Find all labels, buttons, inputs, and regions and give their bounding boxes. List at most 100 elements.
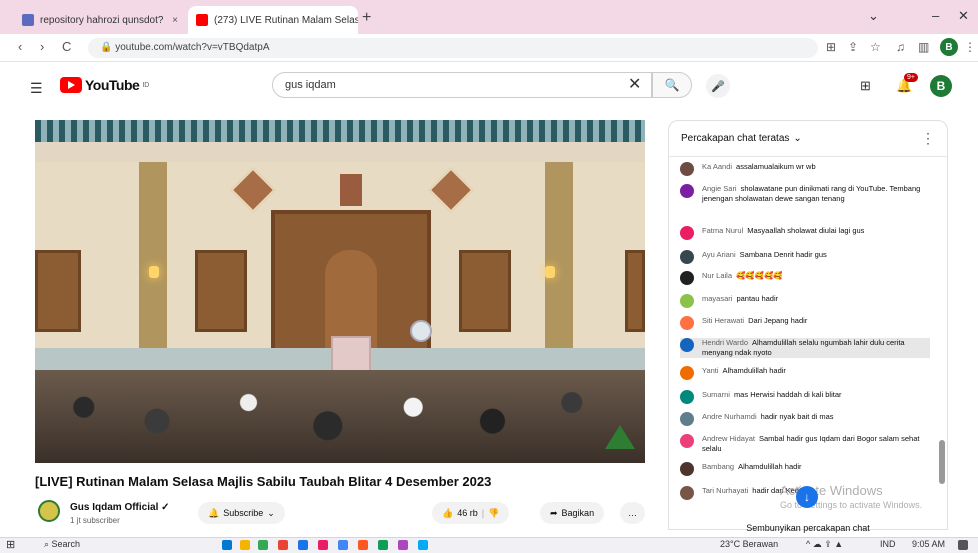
close-window-button[interactable]: ✕: [958, 8, 969, 24]
clear-search-icon[interactable]: ✕: [628, 74, 641, 94]
install-icon[interactable]: ⊞: [826, 40, 836, 54]
browser-profile-avatar[interactable]: B: [940, 38, 958, 56]
url-bar[interactable]: 🔒 youtube.com/watch?v=vTBQdatpA: [88, 38, 818, 58]
clock[interactable]: 9:05 AM: [912, 539, 945, 549]
chevron-down-icon: ⌄: [793, 133, 802, 144]
taskbar-app-icon[interactable]: [398, 540, 408, 550]
chat-message[interactable]: Sumarni mas Herwisi haddah di kali blitar: [680, 390, 930, 404]
chat-header[interactable]: Percakapan chat teratas ⌄ ⋮: [669, 121, 947, 157]
taskbar-search[interactable]: ⌕ Search: [44, 539, 80, 550]
chat-author-avatar: [680, 412, 694, 426]
tab-close-icon[interactable]: ×: [172, 15, 178, 26]
subscribe-button[interactable]: 🔔 Subscribe ⌄: [198, 502, 285, 524]
menu-hamburger-icon[interactable]: ☰: [30, 80, 43, 97]
more-actions-button[interactable]: …: [620, 502, 645, 524]
chat-text: mas Herwisi haddah di kali blitar: [733, 390, 842, 399]
windows-start-icon[interactable]: ⊞: [6, 538, 15, 551]
audience-crowd: [35, 370, 645, 463]
video-player[interactable]: [35, 120, 645, 463]
chat-message[interactable]: Andrew Hidayat Sambal hadir gus Iqdam dar…: [680, 434, 930, 454]
chat-text: 🥰🥰🥰🥰🥰: [736, 271, 783, 280]
ceiling-pattern: [35, 120, 645, 142]
chat-message[interactable]: Bambang Alhamdulillah hadir: [680, 462, 930, 476]
chat-author-name: Nur Laila: [702, 271, 733, 280]
back-button[interactable]: ‹: [18, 39, 22, 54]
input-language[interactable]: IND: [880, 539, 896, 549]
taskbar-app-icon[interactable]: [338, 540, 348, 550]
carved-window: [625, 250, 645, 332]
new-tab-button[interactable]: +: [362, 9, 371, 27]
chat-author-avatar: [680, 434, 694, 448]
bookmark-star-icon[interactable]: ☆: [870, 40, 881, 54]
youtube-logo[interactable]: YouTube ID: [60, 77, 149, 93]
chat-message[interactable]: Andre Nurhamdi hadir nyak bait di mas: [680, 412, 930, 426]
chrome-taskbar-icon[interactable]: [278, 540, 288, 550]
lock-icon: 🔒: [100, 42, 116, 53]
channel-name[interactable]: Gus Iqdam Official ✓: [70, 502, 170, 513]
wall-lamp: [149, 266, 159, 278]
taskbar-app-icon[interactable]: [318, 540, 328, 550]
forward-button[interactable]: ›: [40, 39, 44, 54]
reload-button[interactable]: C: [62, 39, 71, 54]
chair: [331, 336, 371, 372]
share-button[interactable]: ➦ Bagikan: [540, 502, 605, 524]
taskbar-app-icon[interactable]: [418, 540, 428, 550]
taskbar-app-icon[interactable]: [378, 540, 388, 550]
chat-author-name: Ayu Ariani: [702, 250, 736, 259]
chat-message[interactable]: Angie Sari sholawatane pun dinikmati rang…: [680, 184, 930, 204]
chat-author-avatar: [680, 338, 694, 352]
voice-search-button[interactable]: 🎤: [706, 74, 730, 98]
tab-search-icon[interactable]: ⌄: [868, 8, 879, 24]
sidepanel-icon[interactable]: ▥: [918, 40, 929, 54]
search-input[interactable]: gus iqdam: [272, 72, 652, 98]
browser-tab[interactable]: repository hahrozi qunsdot? ×: [14, 6, 186, 34]
chat-author-name: Angie Sari: [702, 184, 737, 193]
chat-message[interactable]: Ayu Ariani Sambana Denrit hadir gus: [680, 250, 930, 264]
browser-tab-active[interactable]: (273) LIVE Rutinan Malam Selasa ×: [188, 6, 358, 34]
chat-author-name: Andre Nurhamdi: [702, 412, 757, 421]
chevron-down-icon: ⌄: [267, 507, 275, 518]
chat-message[interactable]: Yanti Alhamdulillah hadir: [680, 366, 930, 380]
taskbar-app-icon[interactable]: [258, 540, 268, 550]
weather-widget[interactable]: 23°C Berawan: [720, 539, 778, 549]
chat-message[interactable]: mayasari pantau hadir: [680, 294, 930, 308]
chat-message[interactable]: Nur Laila 🥰🥰🥰🥰🥰: [680, 271, 930, 285]
share-icon[interactable]: ⇪: [848, 40, 858, 54]
account-avatar[interactable]: B: [930, 75, 952, 97]
thumbs-down-icon: 👎: [488, 507, 500, 518]
video-title: [LIVE] Rutinan Malam Selasa Majlis Sabil…: [35, 474, 492, 489]
chat-message-text: Nur Laila 🥰🥰🥰🥰🥰: [702, 271, 783, 281]
notification-center-icon[interactable]: [958, 540, 968, 550]
tab-favicon-icon: [22, 14, 34, 26]
create-icon[interactable]: ⊞: [860, 78, 871, 94]
more-vert-icon[interactable]: ⋮: [921, 130, 935, 147]
chat-message[interactable]: Fatma Nurul Masyaallah sholawat diulai la…: [680, 226, 930, 240]
chat-text: Dari Jepang hadir: [748, 316, 808, 325]
chat-message-text: Ayu Ariani Sambana Denrit hadir gus: [702, 250, 827, 260]
search-button[interactable]: 🔍: [652, 72, 692, 98]
chat-author-name: Tari Nurhayati: [702, 486, 749, 495]
hide-chat-button[interactable]: Sembunyikan percakapan chat: [668, 519, 948, 537]
browser-menu-icon[interactable]: ⋮: [964, 40, 976, 54]
taskbar-app-icon[interactable]: [240, 540, 250, 550]
like-button[interactable]: 👍 46 rb | 👎: [432, 502, 510, 524]
chat-author-name: Sumarni: [702, 390, 730, 399]
chat-message[interactable]: Ka Aandi assalamualaikum wr wb: [680, 162, 930, 176]
jump-to-bottom-button[interactable]: ↓: [796, 486, 818, 508]
taskbar-app-icon[interactable]: [222, 540, 232, 550]
chat-message[interactable]: Siti Herawati Dari Jepang hadir: [680, 316, 930, 330]
media-control-icon[interactable]: ♫: [896, 40, 905, 54]
subscriber-count: 1 jt subscriber: [70, 516, 120, 525]
chat-scrollbar[interactable]: [939, 440, 945, 484]
chat-message-text: Hendri Wardo Alhamdulillah selalu ngumbah…: [702, 338, 930, 358]
channel-avatar[interactable]: [38, 500, 60, 522]
taskbar-app-icon[interactable]: [358, 540, 368, 550]
taskbar-search-label: Search: [51, 539, 81, 549]
taskbar-app-icon[interactable]: [298, 540, 308, 550]
chat-message[interactable]: Hendri Wardo Alhamdulillah selalu ngumbah…: [680, 338, 930, 358]
youtube-play-icon: [60, 77, 82, 93]
minimize-button[interactable]: –: [932, 8, 939, 23]
tray-icons[interactable]: ^ ☁ ⇪ ▲: [806, 539, 843, 550]
divider: |: [481, 508, 485, 518]
chat-message-text: Bambang Alhamdulillah hadir: [702, 462, 801, 472]
